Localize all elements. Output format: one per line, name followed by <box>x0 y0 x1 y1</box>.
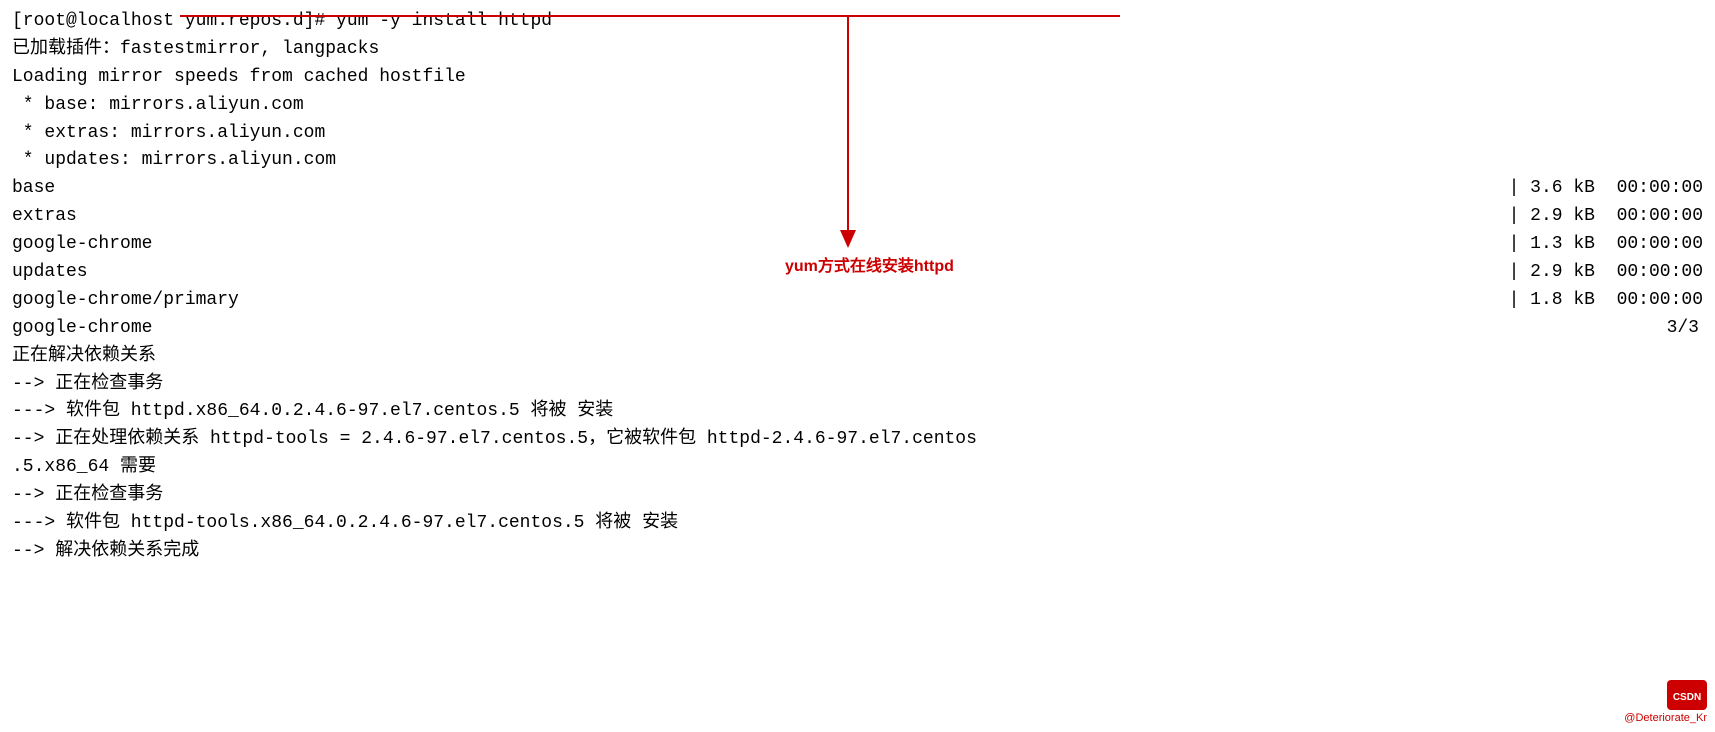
dep-line-1: --> 正在检查事务 <box>12 371 1703 399</box>
google-chrome-counter-line: google-chrome 3/3 <box>12 315 1703 343</box>
repo-name-google-chrome-primary: google-chrome/primary <box>12 287 1423 315</box>
dep-line-2: ---> 软件包 httpd.x86_64.0.2.4.6-97.el7.cen… <box>12 398 1703 426</box>
output-line-1: 已加载插件：fastestmirror, langpacks <box>12 36 1703 64</box>
dep-line-3: --> 正在处理依赖关系 httpd-tools = 2.4.6-97.el7.… <box>12 426 1703 454</box>
repo-name-updates: updates <box>12 259 1423 287</box>
dep-line-5: ---> 软件包 httpd-tools.x86_64.0.2.4.6-97.e… <box>12 510 1703 538</box>
csdn-logo: CSDN <box>1667 680 1707 710</box>
output-line-4: * extras: mirrors.aliyun.com <box>12 120 1703 148</box>
dep-line-3b: .5.x86_64 需要 <box>12 454 1703 482</box>
dep-line-0: 正在解决依赖关系 <box>12 343 1703 371</box>
repo-line-base: base | 3.6 kB 00:00:00 <box>12 175 1703 203</box>
csdn-watermark: CSDN @Deteriorate_Kr <box>1624 680 1707 724</box>
repo-stats-updates: | 2.9 kB 00:00:00 <box>1423 259 1703 287</box>
repo-name-extras: extras <box>12 203 1423 231</box>
repo-stats-extras: | 2.9 kB 00:00:00 <box>1423 203 1703 231</box>
dep-line-6: --> 解决依赖关系完成 <box>12 538 1703 566</box>
repo-line-extras: extras | 2.9 kB 00:00:00 <box>12 203 1703 231</box>
repo-stats-google-chrome-primary: | 1.8 kB 00:00:00 <box>1423 287 1703 315</box>
output-line-3: * base: mirrors.aliyun.com <box>12 92 1703 120</box>
google-chrome-page-count: 3/3 <box>414 315 1703 343</box>
terminal-output: [root@localhost yum.repos.d]# yum -y ins… <box>0 0 1715 574</box>
google-chrome-counter-label: google-chrome <box>12 315 414 343</box>
repo-line-google-chrome-primary: google-chrome/primary | 1.8 kB 00:00:00 <box>12 287 1703 315</box>
output-line-5: * updates: mirrors.aliyun.com <box>12 147 1703 175</box>
repo-stats-base: | 3.6 kB 00:00:00 <box>1423 175 1703 203</box>
repo-line-updates: updates | 2.9 kB 00:00:00 <box>12 259 1703 287</box>
output-line-2: Loading mirror speeds from cached hostfi… <box>12 64 1703 92</box>
repo-name-google-chrome: google-chrome <box>12 231 1423 259</box>
repo-stats-google-chrome: | 1.3 kB 00:00:00 <box>1423 231 1703 259</box>
command-line: [root@localhost yum.repos.d]# yum -y ins… <box>12 8 1703 36</box>
csdn-username: @Deteriorate_Kr <box>1624 712 1707 724</box>
dep-line-4: --> 正在检查事务 <box>12 482 1703 510</box>
repo-line-google-chrome: google-chrome | 1.3 kB 00:00:00 <box>12 231 1703 259</box>
repo-name-base: base <box>12 175 1423 203</box>
svg-text:CSDN: CSDN <box>1673 692 1701 703</box>
